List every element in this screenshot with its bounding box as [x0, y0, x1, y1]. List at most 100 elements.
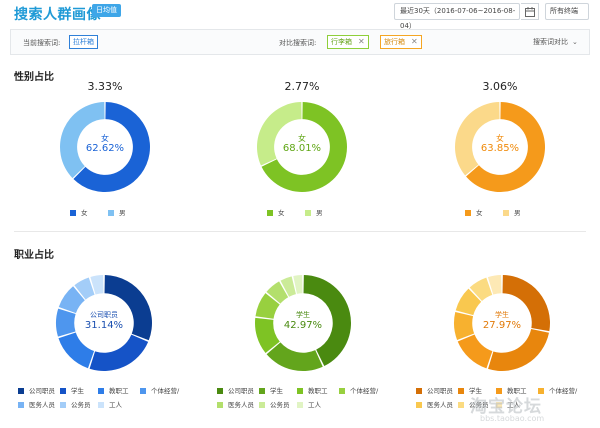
watermark: 淘宝论坛 bbs.taobao.com — [470, 392, 600, 428]
legend-label: 工人 — [308, 401, 321, 409]
terminal-select[interactable]: 所有终端 — [545, 3, 589, 20]
legend-swatch — [339, 388, 345, 394]
compare-term-text: 行李箱 — [331, 38, 352, 46]
legend-label: 教职工 — [109, 387, 129, 395]
center-label: 公司职员 — [90, 311, 118, 319]
legend-label: 男 — [316, 209, 323, 217]
legend-item[interactable]: 女 — [267, 207, 285, 217]
legend-item[interactable]: 男 — [305, 207, 323, 217]
legend-item[interactable]: 医务人员 — [18, 399, 55, 409]
legend-swatch — [267, 210, 273, 216]
close-icon[interactable]: ✕ — [411, 36, 418, 48]
legend-swatch — [458, 402, 464, 408]
job-section-title: 职业占比 — [14, 250, 54, 261]
legend-swatch — [18, 402, 24, 408]
donut-slice-2[interactable] — [58, 332, 95, 369]
current-term-text: 拉杆箱 — [73, 38, 94, 46]
share-percent: 3.06% — [482, 80, 518, 93]
donut-chart: 学生 27.97% — [453, 274, 551, 372]
legend-item[interactable]: 教职工 — [297, 385, 328, 395]
page-title: 搜索人群画像 — [14, 7, 101, 23]
donut-slice-2[interactable] — [457, 334, 493, 369]
legend-label: 公司职员 — [29, 387, 55, 395]
legend-item[interactable]: 公司职员 — [416, 385, 453, 395]
legend-item[interactable]: 个体经营/ — [339, 385, 378, 395]
legend-swatch — [503, 210, 509, 216]
legend-swatch — [108, 210, 114, 216]
donut-chart: 公司职员 31.14% — [55, 274, 153, 372]
date-range-select[interactable]: 最近30天（2016-07-06~2016-08-04） — [394, 3, 520, 30]
close-icon[interactable]: ✕ — [358, 36, 365, 48]
legend-label: 个体经营/ — [151, 387, 180, 395]
legend-swatch — [217, 388, 223, 394]
legend-item[interactable]: 学生 — [60, 385, 84, 395]
legend-item[interactable]: 学生 — [259, 385, 283, 395]
legend-item[interactable]: 女 — [465, 207, 483, 217]
legend-label: 公司职员 — [228, 387, 254, 395]
legend-item[interactable]: 公司职员 — [18, 385, 55, 395]
contrast-button[interactable]: 搜索词对比 ⌄ — [533, 37, 578, 47]
legend-item[interactable]: 男 — [503, 207, 521, 217]
donut-slice-1[interactable] — [89, 334, 149, 371]
donut-slice-1[interactable] — [266, 342, 323, 371]
center-value: 31.14% — [84, 320, 124, 331]
legend-swatch — [416, 388, 422, 394]
donut-chart: 女 62.62% — [59, 101, 151, 193]
legend-item[interactable]: 个体经营/ — [140, 385, 179, 395]
legend-swatch — [140, 388, 146, 394]
legend-label: 公务员 — [71, 401, 91, 409]
compare-term-tag-1[interactable]: 行李箱 ✕ — [327, 35, 369, 49]
share-percent: 2.77% — [284, 80, 320, 93]
legend-label: 学生 — [270, 387, 283, 395]
legend-swatch — [465, 210, 471, 216]
center-label: 学生 — [495, 311, 509, 319]
legend-item[interactable]: 公务员 — [259, 399, 290, 409]
legend-swatch — [259, 402, 265, 408]
legend-item[interactable]: 医务人员 — [416, 399, 453, 409]
legend-label: 女 — [81, 209, 88, 217]
donut-chart: 女 68.01% — [256, 101, 348, 193]
legend-item[interactable]: 医务人员 — [217, 399, 254, 409]
legend-item[interactable]: 公务员 — [60, 399, 91, 409]
legend-item[interactable]: 公司职员 — [217, 385, 254, 395]
legend-item[interactable]: 男 — [108, 207, 126, 217]
contrast-label: 搜索词对比 — [533, 38, 568, 46]
donut-slice-1[interactable] — [488, 329, 550, 371]
donut-chart: 女 63.85% — [454, 101, 546, 193]
legend-swatch — [416, 402, 422, 408]
legend-swatch — [98, 388, 104, 394]
legend-label: 医务人员 — [29, 401, 55, 409]
center-value: 62.62% — [85, 143, 125, 154]
watermark-url: bbs.taobao.com — [480, 414, 545, 423]
chevron-down-icon: ⌄ — [572, 38, 578, 46]
legend-swatch — [98, 402, 104, 408]
compare-term-tag-2[interactable]: 旅行箱 ✕ — [380, 35, 422, 49]
current-term-tag[interactable]: 拉杆箱 — [69, 35, 98, 49]
legend-swatch — [297, 402, 303, 408]
legend-swatch — [60, 388, 66, 394]
legend-label: 公司职员 — [427, 387, 453, 395]
legend-label: 女 — [278, 209, 285, 217]
legend-label: 学生 — [71, 387, 84, 395]
current-term-label: 当前搜索词: — [23, 39, 61, 47]
legend-swatch — [217, 402, 223, 408]
legend-label: 女 — [476, 209, 483, 217]
center-value: 27.97% — [482, 320, 522, 331]
legend-label: 医务人员 — [427, 401, 453, 409]
legend-label: 教职工 — [308, 387, 328, 395]
compare-term-text: 旅行箱 — [384, 38, 405, 46]
legend-label: 公务员 — [270, 401, 290, 409]
calendar-button[interactable] — [521, 3, 539, 20]
legend-swatch — [259, 388, 265, 394]
daily-average-badge: 日均值 — [92, 4, 121, 17]
calendar-icon — [525, 7, 535, 17]
legend-item[interactable]: 工人 — [98, 399, 122, 409]
legend-item[interactable]: 工人 — [297, 399, 321, 409]
legend-label: 工人 — [109, 401, 122, 409]
legend-item[interactable]: 女 — [70, 207, 88, 217]
legend-label: 男 — [119, 209, 126, 217]
legend-swatch — [70, 210, 76, 216]
legend-item[interactable]: 教职工 — [98, 385, 129, 395]
donut-chart: 学生 42.97% — [254, 274, 352, 372]
legend-swatch — [60, 402, 66, 408]
